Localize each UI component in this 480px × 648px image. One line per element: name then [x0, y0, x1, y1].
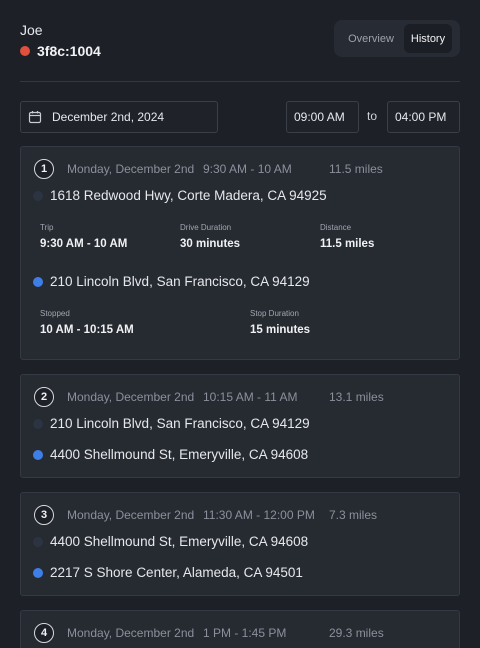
origin-address: 210 Lincoln Blvd, San Francisco, CA 9412…	[50, 416, 310, 431]
destination-dot-icon	[33, 449, 43, 460]
stop-duration-label: Stop Duration	[250, 309, 299, 318]
trip-distance: 29.3 miles	[329, 626, 384, 640]
device-header: Joe 3f8c:1004 Overview History	[20, 20, 460, 60]
trip-date: Monday, December 2nd	[67, 390, 195, 404]
trip-time-range: 10:15 AM - 11 AM	[203, 390, 298, 404]
trip-value: 9:30 AM - 10 AM	[40, 238, 128, 250]
device-row: 3f8c:1004	[20, 43, 101, 59]
origin-location: 210 Lincoln Blvd, San Francisco, CA 9412…	[33, 416, 310, 431]
calendar-icon	[28, 111, 42, 124]
trip-date: Monday, December 2nd	[67, 626, 195, 640]
origin-location: 1618 Redwood Hwy, Corte Madera, CA 94925	[33, 188, 327, 203]
destination-address: 2217 S Shore Center, Alameda, CA 94501	[50, 565, 303, 580]
trip-header: 2 Monday, December 2nd 10:15 AM - 11 AM …	[34, 387, 454, 407]
destination-address: 210 Lincoln Blvd, San Francisco, CA 9412…	[50, 274, 310, 289]
trip-time-range: 9:30 AM - 10 AM	[203, 162, 292, 176]
tab-history[interactable]: History	[404, 24, 452, 53]
drive-duration-stat: Drive Duration 30 minutes	[180, 223, 240, 250]
origin-dot-icon	[33, 418, 43, 429]
trip-number: 4	[34, 623, 54, 643]
trip-distance: 7.3 miles	[329, 508, 378, 522]
destination-location: 2217 S Shore Center, Alameda, CA 94501	[33, 565, 303, 580]
distance-stat: Distance 11.5 miles	[320, 223, 374, 250]
destination-dot-icon	[33, 567, 43, 578]
end-time-input[interactable]: 04:00 PM	[387, 101, 460, 133]
stopped-stat: Stopped 10 AM - 10:15 AM	[40, 309, 134, 336]
origin-dot-icon	[33, 190, 43, 201]
trip-time-range: 11:30 AM - 12:00 PM	[203, 508, 315, 522]
trip-card[interactable]: 2 Monday, December 2nd 10:15 AM - 11 AM …	[20, 374, 460, 478]
destination-location: 210 Lincoln Blvd, San Francisco, CA 9412…	[33, 274, 310, 289]
device-id: 3f8c:1004	[37, 43, 101, 59]
stop-duration-stat: Stop Duration 15 minutes	[250, 309, 310, 336]
trip-card[interactable]: 1 Monday, December 2nd 9:30 AM - 10 AM 1…	[20, 146, 460, 360]
stopped-label: Stopped	[40, 309, 70, 318]
trip-stat: Trip 9:30 AM - 10 AM	[40, 223, 127, 250]
header-divider	[20, 81, 460, 82]
user-name: Joe	[20, 22, 43, 38]
stopped-value: 10 AM - 10:15 AM	[40, 324, 134, 336]
distance-label: Distance	[320, 223, 352, 232]
trip-distance: 13.1 miles	[329, 390, 384, 404]
trip-header: 1 Monday, December 2nd 9:30 AM - 10 AM 1…	[34, 159, 454, 179]
origin-location: 4400 Shellmound St, Emeryville, CA 94608	[33, 534, 308, 549]
trip-distance: 11.5 miles	[329, 162, 383, 176]
origin-address: 4400 Shellmound St, Emeryville, CA 94608	[50, 534, 309, 549]
to-label: to	[367, 109, 378, 123]
trip-date: Monday, December 2nd	[67, 162, 195, 176]
start-time-input[interactable]: 09:00 AM	[286, 101, 359, 133]
date-picker[interactable]: December 2nd, 2024	[20, 101, 218, 133]
trip-date: Monday, December 2nd	[67, 508, 195, 522]
date-value: December 2nd, 2024	[52, 110, 165, 124]
drive-duration-value: 30 minutes	[180, 238, 241, 250]
trip-label: Trip	[40, 223, 54, 232]
trip-card[interactable]: 3 Monday, December 2nd 11:30 AM - 12:00 …	[20, 492, 460, 596]
drive-duration-label: Drive Duration	[180, 223, 232, 232]
trip-time-range: 1 PM - 1:45 PM	[203, 626, 287, 640]
trip-header: 4 Monday, December 2nd 1 PM - 1:45 PM 29…	[34, 623, 454, 643]
stop-duration-value: 15 minutes	[250, 324, 311, 336]
distance-value: 11.5 miles	[320, 238, 375, 250]
destination-location: 4400 Shellmound St, Emeryville, CA 94608	[33, 447, 308, 462]
tab-overview[interactable]: Overview	[338, 24, 404, 53]
trip-number: 2	[34, 387, 54, 407]
trip-number: 1	[34, 159, 54, 179]
trip-card[interactable]: 4 Monday, December 2nd 1 PM - 1:45 PM 29…	[20, 610, 460, 648]
trip-number: 3	[34, 505, 54, 525]
trip-header: 3 Monday, December 2nd 11:30 AM - 12:00 …	[34, 505, 454, 525]
destination-address: 4400 Shellmound St, Emeryville, CA 94608	[50, 447, 309, 462]
origin-dot-icon	[33, 536, 43, 547]
view-tabs: Overview History	[334, 20, 460, 57]
destination-dot-icon	[33, 276, 43, 287]
status-dot-icon	[20, 46, 30, 56]
origin-address: 1618 Redwood Hwy, Corte Madera, CA 94925	[50, 188, 327, 203]
